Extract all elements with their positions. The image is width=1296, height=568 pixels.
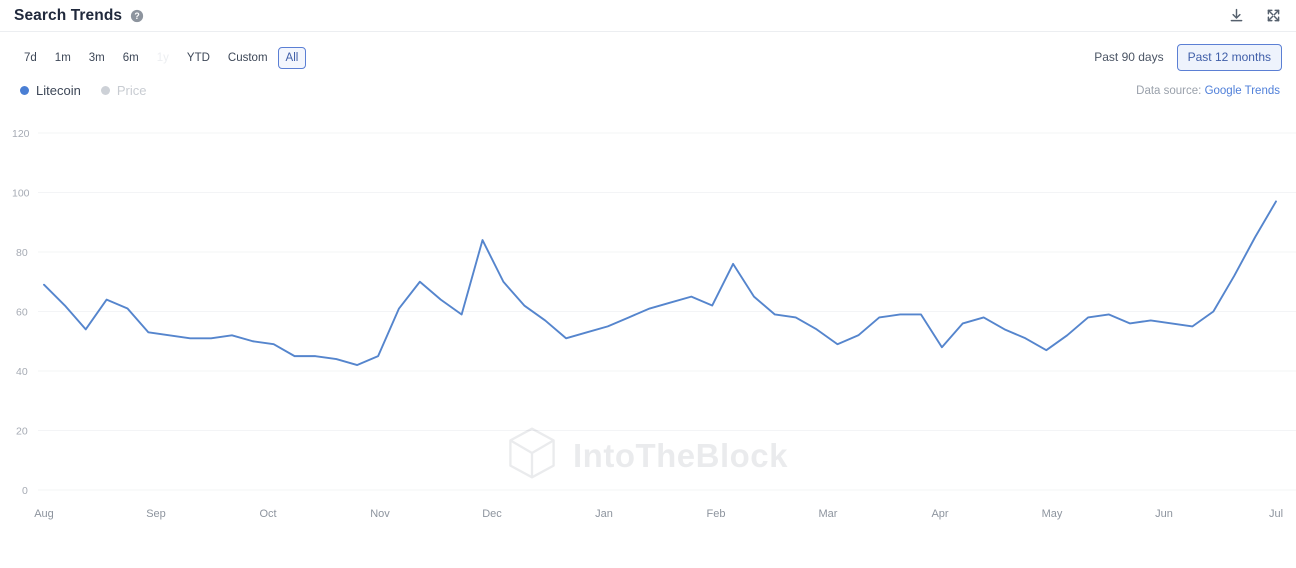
legend-label: Litecoin (36, 83, 81, 98)
legend-dot-icon (20, 86, 29, 95)
question-mark-circle-icon[interactable]: ? (130, 9, 144, 23)
chart-gridlines (38, 132, 1296, 491)
range-btn-ytd[interactable]: YTD (179, 47, 218, 69)
svg-text:Mar: Mar (819, 508, 838, 520)
range-selector-group: 7d 1m 3m 6m 1y YTD Custom All (16, 46, 307, 69)
range-btn-7d[interactable]: 7d (16, 47, 45, 69)
svg-text:20: 20 (16, 426, 28, 438)
x-axis-ticks: Aug Sep Oct Nov Dec Jan Feb Mar Apr May Jun Jul (34, 508, 1283, 520)
range-btn-1y: 1y (149, 47, 177, 69)
chart-container: IntoTheBlock 0 20 40 60 80 100 120 Aug Sep Oct No… (0, 100, 1296, 520)
legend-row: Litecoin Price Data source: Google Trend… (0, 71, 1296, 98)
data-source: Data source: Google Trends (1136, 85, 1280, 97)
data-source-prefix: Data source: (1136, 84, 1202, 97)
svg-text:Jun: Jun (1155, 508, 1173, 520)
download-icon[interactable] (1228, 7, 1245, 24)
period-btn-past-90-days[interactable]: Past 90 days (1083, 44, 1174, 71)
fullscreen-expand-icon[interactable] (1265, 7, 1282, 24)
svg-text:Nov: Nov (370, 508, 390, 520)
svg-text:Oct: Oct (259, 508, 276, 520)
chart-legend: Litecoin Price (20, 83, 146, 98)
legend-label: Price (116, 83, 147, 98)
y-axis-ticks: 0 20 40 60 80 100 120 (12, 128, 30, 497)
svg-text:Jul: Jul (1269, 508, 1283, 520)
legend-dot-icon (100, 86, 110, 95)
svg-text:80: 80 (16, 247, 28, 259)
legend-item-price[interactable]: Price (100, 83, 147, 98)
header-actions (1228, 7, 1282, 24)
range-btn-6m[interactable]: 6m (115, 47, 147, 69)
data-source-link[interactable]: Google Trends (1205, 85, 1280, 97)
range-btn-1m[interactable]: 1m (47, 47, 79, 69)
page-title: Search Trends (14, 6, 123, 24)
svg-text:0: 0 (22, 485, 28, 497)
svg-text:?: ? (134, 11, 139, 21)
range-btn-custom[interactable]: Custom (220, 47, 276, 69)
range-btn-all[interactable]: All (277, 46, 307, 69)
period-btn-past-12-months[interactable]: Past 12 months (1176, 44, 1282, 71)
series-line-litecoin (43, 200, 1277, 366)
svg-text:Sep: Sep (146, 508, 166, 520)
search-trends-line-chart[interactable]: 0 20 40 60 80 100 120 Aug Sep Oct Nov Dec Jan Feb Mar… (0, 100, 1296, 520)
svg-text:120: 120 (12, 128, 30, 140)
svg-text:Aug: Aug (34, 508, 54, 520)
panel-header: Search Trends ? (0, 0, 1296, 32)
svg-text:Dec: Dec (482, 508, 502, 520)
svg-text:60: 60 (16, 307, 28, 319)
svg-text:Feb: Feb (707, 508, 726, 520)
svg-text:Apr: Apr (931, 508, 948, 520)
title-group: Search Trends ? (14, 7, 144, 25)
period-selector-group: Past 90 days Past 12 months (1083, 44, 1282, 71)
svg-text:May: May (1042, 508, 1063, 520)
legend-item-litecoin[interactable]: Litecoin (20, 83, 81, 98)
range-btn-3m[interactable]: 3m (81, 47, 113, 69)
svg-text:Jan: Jan (595, 508, 613, 520)
svg-text:40: 40 (16, 366, 28, 378)
svg-text:100: 100 (12, 188, 30, 200)
control-bar: 7d 1m 3m 6m 1y YTD Custom All Past 90 da… (0, 32, 1296, 71)
